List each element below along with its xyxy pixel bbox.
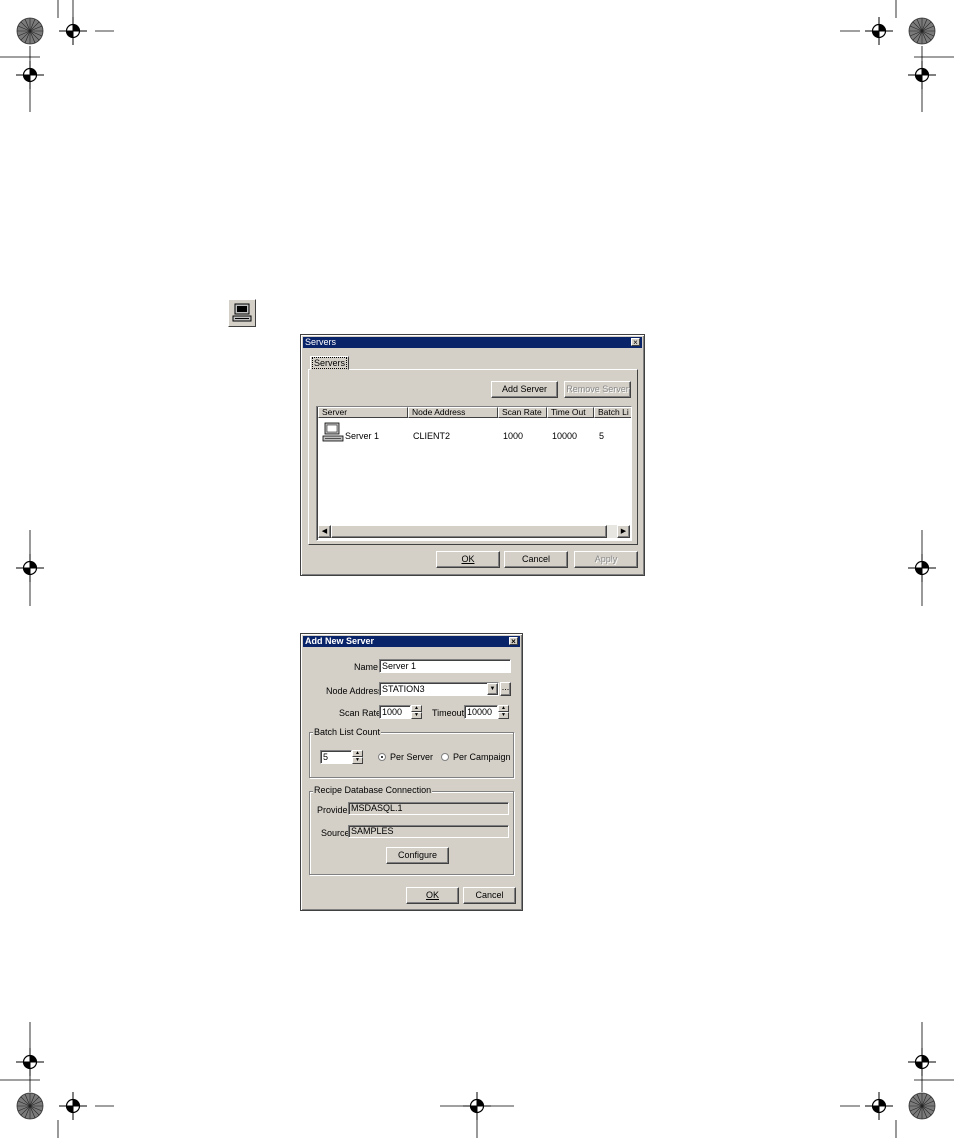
node-address-value: STATION3 bbox=[382, 684, 425, 694]
server-computer-icon bbox=[322, 422, 344, 442]
cell-time-out: 10000 bbox=[552, 431, 578, 441]
column-header-label: Batch Li bbox=[598, 407, 629, 417]
registration-mark-icon bbox=[864, 16, 894, 46]
color-wheel-icon bbox=[908, 1092, 936, 1120]
timeout-value: 10000 bbox=[467, 707, 493, 717]
batch-count-stepper[interactable]: ▲ ▼ bbox=[352, 750, 363, 764]
cell-batch: 5 bbox=[599, 431, 605, 441]
spin-down-icon[interactable]: ▼ bbox=[498, 712, 509, 719]
per-server-label: Per Server bbox=[390, 752, 434, 762]
name-input[interactable]: Server 1 bbox=[379, 659, 511, 673]
configure-button[interactable]: Configure bbox=[386, 847, 449, 864]
scan-rate-stepper[interactable]: ▲ ▼ bbox=[411, 705, 422, 719]
source-value: SAMPLES bbox=[351, 826, 394, 836]
cancel-label: Cancel bbox=[521, 554, 550, 564]
server-list[interactable]: Server Node Address Scan Rate Time Out B… bbox=[316, 406, 632, 541]
name-label: Name bbox=[354, 662, 379, 672]
add-server-label: Add Server bbox=[501, 384, 548, 394]
cancel-button[interactable]: Cancel bbox=[504, 551, 568, 568]
add-new-server-dialog: Add New Server × Name Server 1 Node Addr… bbox=[300, 633, 523, 911]
column-header-label: Time Out bbox=[551, 407, 586, 417]
close-icon[interactable]: × bbox=[509, 637, 518, 646]
ok-label: OK bbox=[461, 554, 475, 564]
column-header-label: Scan Rate bbox=[502, 407, 542, 417]
server-toolbar-button bbox=[228, 299, 256, 327]
apply-button[interactable]: Apply bbox=[574, 551, 638, 568]
cell-server: Server 1 bbox=[345, 431, 380, 441]
apply-label: Apply bbox=[594, 554, 618, 564]
provider-field: MSDASQL.1 bbox=[348, 802, 509, 815]
column-header-batch[interactable]: Batch Li bbox=[594, 407, 631, 418]
color-wheel-icon bbox=[16, 1092, 44, 1120]
close-icon[interactable]: × bbox=[631, 338, 640, 347]
spin-up-icon[interactable]: ▲ bbox=[411, 705, 422, 712]
tab-servers-label: Servers bbox=[311, 357, 347, 369]
tab-servers[interactable]: Servers bbox=[310, 356, 349, 370]
color-wheel-icon bbox=[16, 17, 44, 45]
recipe-database-label: Recipe Database Connection bbox=[313, 785, 433, 795]
column-header-scan-rate[interactable]: Scan Rate bbox=[498, 407, 547, 418]
cell-node-address: CLIENT2 bbox=[413, 431, 451, 441]
node-address-label: Node Address bbox=[326, 686, 383, 696]
add-server-title: Add New Server bbox=[305, 636, 375, 646]
scan-rate-value: 1000 bbox=[382, 707, 403, 717]
name-value: Server 1 bbox=[382, 661, 417, 671]
scroll-left-icon[interactable]: ◀ bbox=[318, 525, 331, 538]
registration-mark-icon bbox=[58, 1091, 88, 1121]
spin-up-icon[interactable]: ▲ bbox=[498, 705, 509, 712]
servers-title-bar: Servers × bbox=[303, 337, 642, 348]
scroll-thumb[interactable] bbox=[331, 525, 607, 538]
cell-scan-rate: 1000 bbox=[503, 431, 524, 441]
spin-down-icon[interactable]: ▼ bbox=[352, 757, 363, 764]
ok-button[interactable]: OK bbox=[436, 551, 500, 568]
horizontal-scrollbar[interactable]: ◀ ▶ bbox=[318, 525, 630, 538]
servers-title: Servers bbox=[305, 337, 337, 347]
remove-server-button[interactable]: Remove Server bbox=[564, 381, 631, 398]
scan-rate-input[interactable]: 1000 bbox=[379, 705, 411, 719]
per-campaign-radio[interactable] bbox=[441, 753, 449, 761]
table-row[interactable]: Server 1 CLIENT2 1000 10000 5 bbox=[318, 422, 630, 444]
column-header-time-out[interactable]: Time Out bbox=[547, 407, 594, 418]
cancel-label: Cancel bbox=[475, 890, 504, 900]
browse-label: ... bbox=[501, 682, 510, 692]
per-campaign-label: Per Campaign bbox=[453, 752, 511, 762]
node-address-combo[interactable]: STATION3 ▼ bbox=[379, 682, 499, 696]
column-header-server[interactable]: Server bbox=[318, 407, 408, 418]
timeout-stepper[interactable]: ▲ ▼ bbox=[498, 705, 509, 719]
timeout-input[interactable]: 10000 bbox=[464, 705, 498, 719]
batch-list-count-label: Batch List Count bbox=[313, 727, 382, 737]
ok-button[interactable]: OK bbox=[406, 887, 459, 904]
scroll-right-icon[interactable]: ▶ bbox=[617, 525, 630, 538]
registration-mark-icon bbox=[58, 16, 88, 46]
registration-mark-icon bbox=[864, 1091, 894, 1121]
ok-label: OK bbox=[425, 890, 439, 900]
add-server-title-bar: Add New Server × bbox=[303, 636, 520, 647]
color-wheel-icon bbox=[908, 17, 936, 45]
configure-label: Configure bbox=[397, 850, 438, 860]
batch-count-value: 5 bbox=[323, 752, 329, 762]
browse-button[interactable]: ... bbox=[500, 682, 511, 696]
remove-server-label: Remove Server bbox=[566, 384, 629, 394]
server-computer-icon bbox=[232, 303, 252, 322]
column-header-label: Server bbox=[322, 407, 348, 417]
per-server-radio[interactable] bbox=[378, 753, 386, 761]
scan-rate-label: Scan Rate bbox=[339, 708, 382, 718]
source-label: Source bbox=[321, 828, 350, 838]
spin-down-icon[interactable]: ▼ bbox=[411, 712, 422, 719]
source-field: SAMPLES bbox=[348, 825, 509, 838]
spin-up-icon[interactable]: ▲ bbox=[352, 750, 363, 757]
provider-label: Provider bbox=[317, 805, 351, 815]
cancel-button[interactable]: Cancel bbox=[463, 887, 516, 904]
batch-count-input[interactable]: 5 bbox=[320, 750, 352, 764]
add-server-button[interactable]: Add Server bbox=[491, 381, 558, 398]
column-header-node-address[interactable]: Node Address bbox=[408, 407, 498, 418]
servers-dialog: Servers × Servers Add Server Remove Serv… bbox=[300, 334, 645, 576]
provider-value: MSDASQL.1 bbox=[351, 803, 403, 813]
timeout-label: Timeout bbox=[432, 708, 465, 718]
dropdown-arrow-icon[interactable]: ▼ bbox=[487, 683, 498, 695]
column-header-label: Node Address bbox=[412, 407, 466, 417]
